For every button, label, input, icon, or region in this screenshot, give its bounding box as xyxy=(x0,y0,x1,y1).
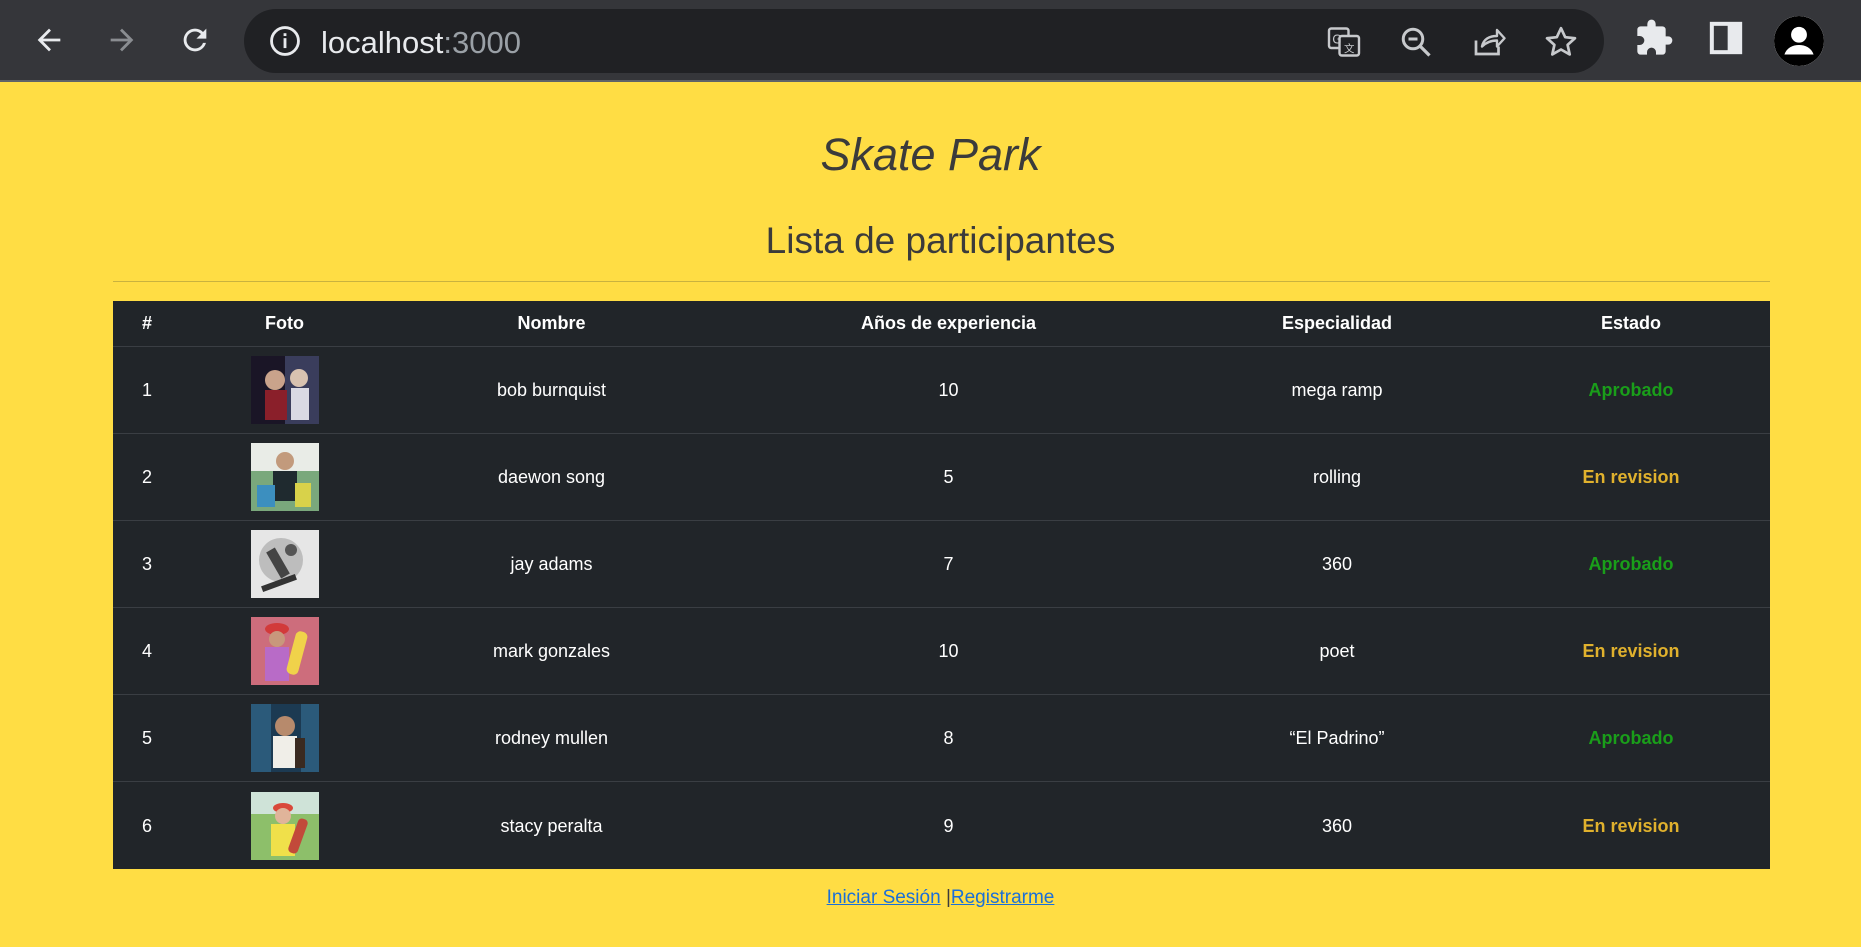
skater-years: 10 xyxy=(938,640,959,661)
status-badge: Aprobado xyxy=(1588,553,1674,574)
status-badge: En revision xyxy=(1582,640,1680,661)
skater-name: mark gonzales xyxy=(492,640,611,661)
photo-cell xyxy=(181,617,388,685)
skater-photo xyxy=(250,530,319,598)
photo-cell xyxy=(181,792,388,860)
reload-icon xyxy=(183,28,207,52)
status-badge: En revision xyxy=(1582,466,1680,487)
zoom-out-icon[interactable] xyxy=(1398,24,1434,60)
forward-button[interactable] xyxy=(97,15,147,65)
table-row: 2 daewon song 5 rolling En revision xyxy=(113,434,1770,521)
footer-links: Iniciar Sesión |Registrarme xyxy=(0,887,1861,909)
header-status: Estado xyxy=(1600,313,1661,333)
header-name: Nombre xyxy=(517,313,586,333)
header-photo: Foto xyxy=(265,313,304,333)
svg-text:文: 文 xyxy=(1344,42,1355,55)
skater-years: 10 xyxy=(938,379,959,400)
skater-years: 7 xyxy=(943,553,954,574)
extensions-icon[interactable] xyxy=(1634,18,1674,58)
skater-years: 5 xyxy=(943,466,954,487)
skater-photo xyxy=(250,617,319,685)
header-years: Años de experiencia xyxy=(860,313,1037,333)
photo-cell xyxy=(181,530,388,598)
side-panel-icon[interactable] xyxy=(1706,18,1746,58)
back-button[interactable] xyxy=(24,15,74,65)
person-icon xyxy=(1774,16,1824,66)
skater-name: bob burnquist xyxy=(496,379,607,400)
skater-specialty: 360 xyxy=(1321,815,1353,836)
row-number: 5 xyxy=(141,727,152,748)
row-number: 1 xyxy=(141,379,152,400)
skater-name: rodney mullen xyxy=(494,727,609,748)
skater-photo xyxy=(250,443,319,511)
skater-years: 9 xyxy=(943,815,954,836)
photo-cell xyxy=(181,443,388,511)
page-subtitle: Lista de participantes xyxy=(765,220,1116,261)
divider xyxy=(113,281,1770,282)
header-specialty: Especialidad xyxy=(1281,313,1393,333)
table-row: 4 mark gonzales 10 poet En revision xyxy=(113,608,1770,695)
table-row: 6 stacy peralta 9 360 En revision xyxy=(113,782,1770,870)
translate-icon[interactable]: G文 xyxy=(1326,24,1362,60)
arrow-right-icon xyxy=(110,28,134,52)
url-text[interactable]: localhost:3000 xyxy=(321,26,521,60)
skater-name: jay adams xyxy=(510,553,593,574)
skater-specialty: rolling xyxy=(1312,466,1362,487)
register-link[interactable]: Registrarme xyxy=(951,887,1054,908)
status-badge: Aprobado xyxy=(1588,727,1674,748)
profile-avatar[interactable] xyxy=(1774,16,1824,66)
skater-specialty: poet xyxy=(1319,640,1355,661)
row-number: 4 xyxy=(141,640,152,661)
table-row: 5 rodney mullen 8 “El Padrino” Aprobado xyxy=(113,695,1770,782)
status-badge: Aprobado xyxy=(1588,379,1674,400)
skater-specialty: 360 xyxy=(1321,553,1353,574)
arrow-left-icon xyxy=(37,28,61,52)
share-icon[interactable] xyxy=(1470,24,1506,60)
header-number: # xyxy=(141,313,152,333)
row-number: 6 xyxy=(141,815,152,836)
photo-cell xyxy=(181,704,388,772)
skater-name: stacy peralta xyxy=(500,815,603,836)
address-bar[interactable]: localhost:3000 G文 xyxy=(244,9,1604,73)
skater-years: 8 xyxy=(943,727,954,748)
skater-specialty: “El Padrino” xyxy=(1289,727,1385,748)
skater-photo xyxy=(250,356,319,424)
participants-table: # Foto Nombre Años de experiencia Especi… xyxy=(113,301,1770,869)
table-row: 1 bob burnquist 10 mega ramp Aprobado xyxy=(113,347,1770,434)
browser-toolbar: localhost:3000 G文 xyxy=(0,0,1861,82)
table-row: 3 jay adams 7 360 Aprobado xyxy=(113,521,1770,608)
info-icon[interactable] xyxy=(268,24,302,58)
photo-cell xyxy=(181,356,388,424)
skater-specialty: mega ramp xyxy=(1291,379,1383,400)
skater-photo xyxy=(250,792,319,860)
status-badge: En revision xyxy=(1582,815,1680,836)
skater-photo xyxy=(250,704,319,772)
reload-button[interactable] xyxy=(170,15,220,65)
star-icon[interactable] xyxy=(1543,24,1579,60)
url-port: :3000 xyxy=(443,25,521,60)
row-number: 2 xyxy=(141,466,152,487)
url-host: localhost xyxy=(321,25,444,60)
page-title: Skate Park xyxy=(820,129,1041,180)
row-number: 3 xyxy=(141,553,152,574)
login-link[interactable]: Iniciar Sesión xyxy=(827,887,941,908)
svg-text:G: G xyxy=(1332,33,1341,47)
skater-name: daewon song xyxy=(497,466,606,487)
table-header: # Foto Nombre Años de experiencia Especi… xyxy=(113,301,1770,347)
